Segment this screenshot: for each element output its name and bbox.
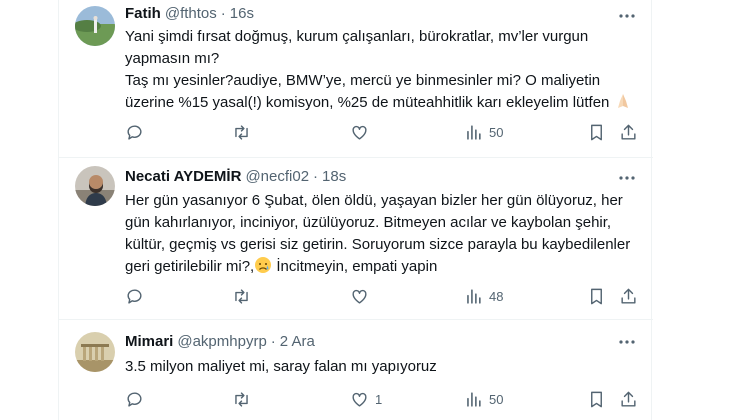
bookmark-icon xyxy=(591,288,602,304)
separator-dot: · xyxy=(270,333,276,350)
views-button[interactable]: 50 xyxy=(464,122,503,142)
folded-hands-emoji-icon xyxy=(614,92,632,117)
tweet-2[interactable]: Necati AYDEMİR @necfi02 · 18s Her gün yasan… xyxy=(59,158,653,320)
reply-icon xyxy=(127,288,142,304)
retweet-icon xyxy=(235,391,248,407)
display-name[interactable]: Mimari xyxy=(125,333,173,350)
separator-dot: · xyxy=(220,5,226,22)
like-button[interactable]: 1 xyxy=(350,389,382,409)
retweet-icon xyxy=(235,288,248,304)
share-button[interactable] xyxy=(619,389,638,409)
user-handle[interactable]: @fthtos xyxy=(165,5,217,22)
like-icon xyxy=(352,289,367,304)
tweet-line-text: İncitmeyin, empati yapin xyxy=(272,258,438,275)
tweet-line: Her gün yasanıyor 6 Şubat, ölen öldü, ya… xyxy=(125,192,623,209)
user-handle[interactable]: @akpmhpyrp xyxy=(177,333,266,350)
share-icon xyxy=(621,391,636,407)
avatar[interactable] xyxy=(75,166,115,206)
like-button[interactable] xyxy=(350,122,375,142)
timestamp[interactable]: 2 Ara xyxy=(280,333,315,350)
timestamp[interactable]: 16s xyxy=(230,5,254,22)
timestamp[interactable]: 18s xyxy=(322,168,346,185)
like-button[interactable] xyxy=(350,286,375,306)
views-icon xyxy=(467,288,481,304)
bookmark-button[interactable] xyxy=(587,389,606,409)
reply-icon xyxy=(127,124,142,140)
user-handle[interactable]: @necfi02 xyxy=(245,168,309,185)
tweet-line: Yani şimdi fırsat doğmuş, kurum çalışanl… xyxy=(125,28,589,45)
views-icon xyxy=(467,391,481,407)
retweet-icon xyxy=(235,124,248,140)
tweet-line: kültür, geçmiş vs gerisi siz getirin. So… xyxy=(125,236,631,253)
tweet-actions: 50 xyxy=(125,122,645,142)
bookmark-icon xyxy=(591,391,602,407)
views-icon xyxy=(467,124,481,140)
tweet-line: gün kahırlanıyor, inciniyor, üzülüyoruz.… xyxy=(125,214,612,231)
sad-face-emoji-icon xyxy=(254,256,272,281)
timeline: Fatih @fthtos · 16s Yani şimdi fırsat doğmu… xyxy=(58,0,653,420)
separator-dot: · xyxy=(313,168,319,185)
more-icon[interactable] xyxy=(617,332,637,352)
tweet-1[interactable]: Fatih @fthtos · 16s Yani şimdi fırsat doğmu… xyxy=(59,0,653,158)
tweet-line: üzerine %15 yasal(!) komisyon, %25 de mü… xyxy=(125,92,641,117)
tweet-text: Her gün yasanıyor 6 Şubat, ölen öldü, ya… xyxy=(125,190,641,281)
tweet-line: 3.5 milyon maliyet mi, saray falan mı ya… xyxy=(125,358,437,375)
share-button[interactable] xyxy=(619,286,638,306)
tweet-line-text: geri getirilebilir mi?, xyxy=(125,258,255,275)
bookmark-button[interactable] xyxy=(587,122,606,142)
tweet-actions: 1 50 xyxy=(125,389,645,409)
bookmark-button[interactable] xyxy=(587,286,606,306)
like-count: 1 xyxy=(375,391,383,407)
retweet-button[interactable] xyxy=(232,286,257,306)
tweet-header: Fatih @fthtos · 16s xyxy=(125,4,254,24)
tweet-text: 3.5 milyon maliyet mi, saray falan mı ya… xyxy=(125,356,641,378)
like-icon xyxy=(352,125,367,140)
reply-icon xyxy=(127,391,142,407)
views-count: 50 xyxy=(489,124,504,140)
views-count: 48 xyxy=(489,288,504,304)
retweet-button[interactable] xyxy=(232,122,257,142)
share-button[interactable] xyxy=(619,122,638,142)
tweet-3[interactable]: Mimari @akpmhpyrp · 2 Ara 3.5 milyon maliye… xyxy=(59,320,653,420)
more-icon[interactable] xyxy=(617,168,637,188)
tweet-line: yapmasın mı? xyxy=(125,50,220,67)
tweet-header: Mimari @akpmhpyrp · 2 Ara xyxy=(125,332,315,352)
reply-button[interactable] xyxy=(125,122,150,142)
share-icon xyxy=(621,124,636,140)
display-name[interactable]: Necati AYDEMİR xyxy=(125,168,241,185)
views-button[interactable]: 48 xyxy=(464,286,503,306)
views-count: 50 xyxy=(489,391,504,407)
tweet-actions: 48 xyxy=(125,286,645,306)
retweet-button[interactable] xyxy=(232,389,257,409)
views-button[interactable]: 50 xyxy=(464,389,503,409)
tweet-line: Taş mı yesinler?audiye, BMW’ye, mercü ye… xyxy=(125,72,601,89)
display-name[interactable]: Fatih xyxy=(125,5,161,22)
like-icon xyxy=(352,392,367,407)
tweet-text: Yani şimdi fırsat doğmuş, kurum çalışanl… xyxy=(125,26,641,117)
avatar[interactable] xyxy=(75,6,115,46)
bookmark-icon xyxy=(591,124,602,140)
tweet-line: geri getirilebilir mi?, İncitmeyin, empa… xyxy=(125,256,641,281)
tweet-line-text: üzerine %15 yasal(!) komisyon, %25 de mü… xyxy=(125,94,610,111)
more-icon[interactable] xyxy=(617,6,637,26)
tweet-header: Necati AYDEMİR @necfi02 · 18s xyxy=(125,167,346,187)
reply-button[interactable] xyxy=(125,389,150,409)
reply-button[interactable] xyxy=(125,286,150,306)
avatar[interactable] xyxy=(75,332,115,372)
share-icon xyxy=(621,288,636,304)
